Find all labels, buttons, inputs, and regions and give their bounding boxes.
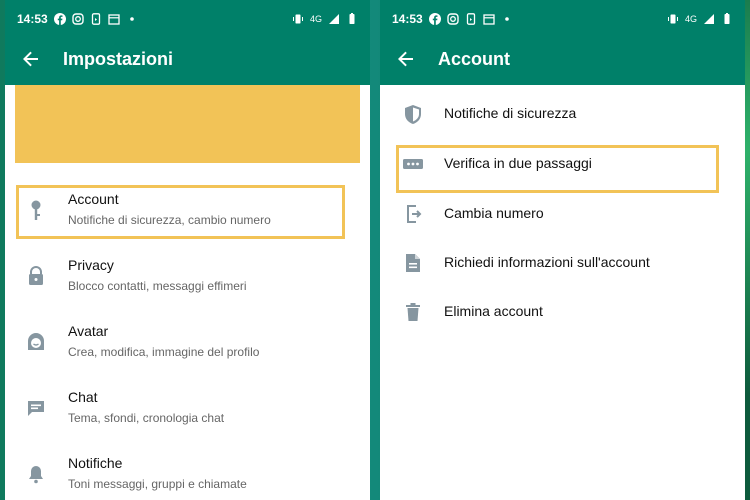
instagram-icon xyxy=(447,13,459,25)
vibrate-icon xyxy=(292,14,303,24)
profile-redacted-area xyxy=(15,85,360,163)
account-item-label: Notifiche di sicurezza xyxy=(444,105,577,121)
phone-settings-screen: 14:53 4G Impostazioni Account Notifiche … xyxy=(5,0,370,500)
network-label: 4G xyxy=(309,14,322,24)
status-time: 14:53 xyxy=(392,12,423,26)
battery-icon xyxy=(724,13,730,24)
account-item-label: Richiedi informazioni sull'account xyxy=(444,254,650,270)
account-item-label: Cambia numero xyxy=(444,205,544,221)
arrow-back-icon xyxy=(23,51,38,67)
page-title: Account xyxy=(438,48,510,69)
dot-icon xyxy=(504,17,509,21)
back-button[interactable] xyxy=(11,42,51,76)
settings-item-label: Privacy xyxy=(68,257,114,273)
settings-item-chat[interactable]: Chat Tema, sfondi, cronologia chat xyxy=(5,379,370,441)
account-item-label: Elimina account xyxy=(444,303,543,319)
network-label: 4G xyxy=(684,14,697,24)
phone-sync-icon xyxy=(91,13,100,25)
change-number-icon xyxy=(407,205,422,223)
status-bar: 14:53 4G xyxy=(17,10,358,28)
instagram-icon xyxy=(72,13,84,25)
arrow-back-icon xyxy=(398,51,413,67)
settings-item-label: Avatar xyxy=(68,323,109,339)
account-item-security-notifications[interactable]: Notifiche di sicurezza xyxy=(380,91,745,137)
dot-icon xyxy=(129,17,134,21)
signal-icon xyxy=(704,14,714,24)
document-icon xyxy=(406,254,420,272)
account-item-change-number[interactable]: Cambia numero xyxy=(380,191,745,237)
settings-item-privacy[interactable]: Privacy Blocco contatti, messaggi effime… xyxy=(5,247,370,309)
status-bar: 14:53 4G xyxy=(392,10,733,28)
account-item-delete-account[interactable]: Elimina account xyxy=(380,289,745,335)
account-item-request-info[interactable]: Richiedi informazioni sull'account xyxy=(380,240,745,286)
account-list: Notifiche di sicurezza Verifica in due p… xyxy=(380,85,745,500)
app-bar: Impostazioni xyxy=(5,42,370,76)
shield-icon xyxy=(405,105,421,124)
calendar-icon xyxy=(108,14,120,25)
settings-item-subtitle: Toni messaggi, gruppi e chiamate xyxy=(68,477,247,491)
back-button[interactable] xyxy=(386,42,426,76)
bell-icon xyxy=(29,466,43,484)
trash-icon xyxy=(406,303,420,321)
phone-sync-icon xyxy=(466,13,475,25)
facebook-icon xyxy=(428,13,441,25)
settings-list: Account Notifiche di sicurezza, cambio n… xyxy=(5,85,370,500)
top-bar: 14:53 4G Impostazioni xyxy=(5,0,370,85)
signal-icon xyxy=(329,14,339,24)
highlight-box xyxy=(396,145,719,193)
phone-account-screen: 14:53 4G Account Notifiche di sicurezza … xyxy=(380,0,745,500)
avatar-icon xyxy=(28,333,44,350)
lock-icon xyxy=(29,266,43,285)
settings-item-notifications[interactable]: Notifiche Toni messaggi, gruppi e chiama… xyxy=(5,445,370,500)
settings-item-avatar[interactable]: Avatar Crea, modifica, immagine del prof… xyxy=(5,313,370,375)
settings-item-label: Notifiche xyxy=(68,455,123,471)
calendar-icon xyxy=(483,14,495,25)
battery-icon xyxy=(349,13,355,24)
chat-icon xyxy=(28,401,44,416)
settings-item-subtitle: Crea, modifica, immagine del profilo xyxy=(68,345,260,359)
facebook-icon xyxy=(53,13,66,25)
app-bar: Account xyxy=(380,42,745,76)
settings-item-label: Chat xyxy=(68,389,98,405)
vibrate-icon xyxy=(667,14,678,24)
settings-item-subtitle: Tema, sfondi, cronologia chat xyxy=(68,411,225,425)
top-bar: 14:53 4G Account xyxy=(380,0,745,85)
status-time: 14:53 xyxy=(17,12,48,26)
highlight-box xyxy=(16,185,345,239)
page-title: Impostazioni xyxy=(63,48,174,69)
settings-item-subtitle: Blocco contatti, messaggi effimeri xyxy=(68,279,247,293)
